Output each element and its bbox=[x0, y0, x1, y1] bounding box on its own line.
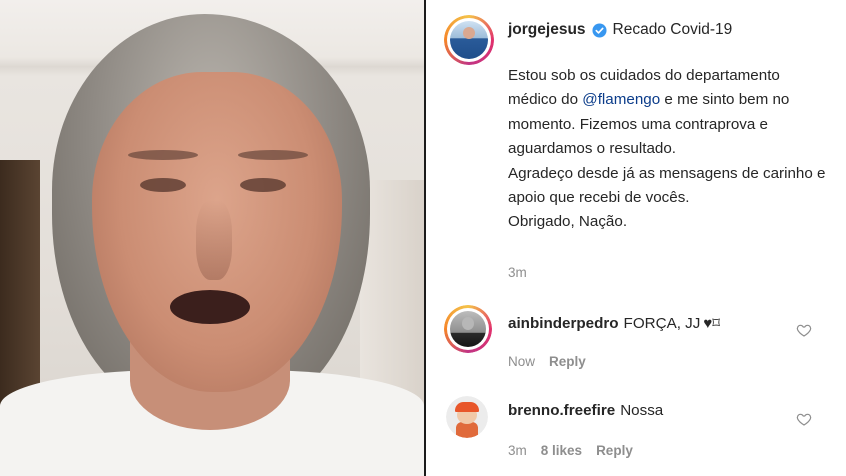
person-mouth bbox=[170, 290, 250, 324]
person-nose bbox=[196, 200, 232, 280]
mention-link[interactable]: @flamengo bbox=[582, 91, 660, 108]
caption-paragraph: Estou sob os cuidados do departamento mé… bbox=[508, 67, 790, 158]
post-header-title: Recado Covid-19 bbox=[612, 21, 733, 38]
caption-paragraph: Agradeço desde já as mensagens de carinh… bbox=[508, 164, 826, 207]
comment-meta: 3m 8 likes Reply bbox=[508, 443, 633, 458]
heart-outline-icon[interactable] bbox=[796, 411, 812, 427]
reply-button[interactable]: Reply bbox=[549, 354, 586, 369]
post-caption: Estou sob os cuidados do departamento mé… bbox=[508, 64, 828, 235]
verified-badge-icon bbox=[592, 22, 607, 38]
person-brow bbox=[128, 150, 198, 160]
caption-paragraph: Obrigado, Nação. bbox=[508, 213, 628, 231]
comment-item: ainbinderpedro FORÇA, JJ ♥⌑ bbox=[508, 314, 720, 333]
reply-button[interactable]: Reply bbox=[596, 443, 633, 458]
comment-text: Nossa bbox=[620, 402, 664, 419]
comment-text: FORÇA, JJ bbox=[623, 314, 701, 332]
post-timestamp[interactable]: 3m bbox=[508, 265, 527, 280]
comment-username[interactable]: ainbinderpedro bbox=[508, 315, 619, 332]
comment-timestamp[interactable]: Now bbox=[508, 354, 535, 369]
comment-likes[interactable]: 8 likes bbox=[541, 443, 582, 458]
comment-item: brenno.freefire Nossa bbox=[508, 402, 663, 419]
post-header: jorgejesus Recado Covid-19 bbox=[508, 21, 732, 39]
comment-username[interactable]: brenno.freefire bbox=[508, 402, 615, 419]
author-username[interactable]: jorgejesus bbox=[508, 21, 586, 39]
post-panel: jorgejesus Recado Covid-19 Estou sob os … bbox=[426, 0, 846, 476]
person-brow bbox=[238, 150, 308, 160]
comment-timestamp[interactable]: 3m bbox=[508, 443, 527, 458]
commenter-avatar[interactable] bbox=[446, 396, 488, 438]
heart-outline-icon[interactable] bbox=[796, 322, 812, 338]
author-avatar[interactable] bbox=[444, 15, 494, 65]
person-eye bbox=[140, 178, 186, 192]
person-eye bbox=[240, 178, 286, 192]
heart-emoji: ♥⌑ bbox=[703, 315, 720, 332]
commenter-avatar[interactable] bbox=[444, 305, 492, 353]
comment-meta: Now Reply bbox=[508, 354, 586, 369]
video-frame[interactable] bbox=[0, 0, 424, 476]
